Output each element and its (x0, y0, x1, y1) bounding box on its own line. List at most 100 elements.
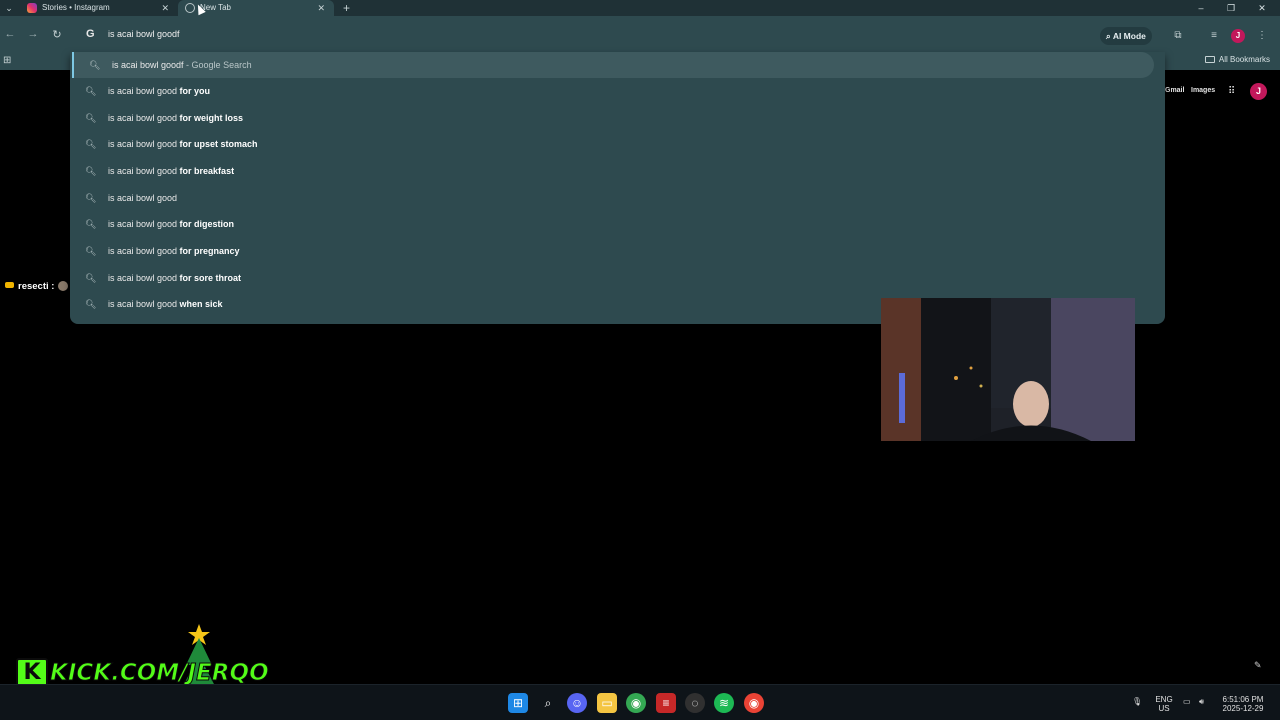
google-g-icon: G (86, 28, 95, 40)
search-icon: 🔍︎ (85, 113, 97, 123)
spotify-icon[interactable]: ≋ (714, 693, 734, 713)
suggestion-bold: for upset stomach (179, 139, 258, 149)
suggestion-item[interactable]: 🔍︎ is acai bowl good for sore throat (70, 265, 1165, 291)
apps-grid-icon[interactable]: ⊞ (3, 55, 14, 66)
chat-username: resecti : (18, 281, 55, 292)
suggestion-bold: for breakfast (179, 166, 235, 176)
close-window-button[interactable]: ✕ (1247, 0, 1277, 16)
windows-taskbar: ⊞ ⌕ ☺ ▭ ◉ ≡ ◌ ≋ ◉ 🎙︎ ENG US ▭ 🔊︎ 6:51:06… (0, 684, 1280, 720)
profile-avatar[interactable]: J (1231, 29, 1245, 43)
omnibox-input[interactable]: is acai bowl goodf (108, 29, 180, 39)
extensions-icon[interactable]: ⧉ (1171, 29, 1185, 43)
suggestion-prefix: is acai bowl good (108, 139, 180, 149)
tab-search-icon[interactable]: ⌄ (3, 2, 15, 14)
reload-icon[interactable]: ↻ (50, 28, 64, 41)
suggestion-item[interactable]: 🔍︎ is acai bowl good for digestion (70, 211, 1165, 237)
close-tab-icon[interactable]: ✕ (161, 0, 169, 16)
network-icon[interactable]: ▭ (1183, 697, 1191, 706)
language-indicator[interactable]: ENG US (1152, 695, 1176, 713)
folder-icon (1204, 56, 1215, 63)
chat-emote-icon (58, 281, 69, 291)
search-icon: 🔍︎ (85, 193, 97, 203)
all-bookmarks-button[interactable]: All Bookmarks (1204, 55, 1270, 64)
windows-start-icon[interactable]: ⊞ (508, 693, 528, 713)
close-tab-icon[interactable]: ✕ (317, 0, 325, 16)
suggestion-item[interactable]: 🔍︎ is acai bowl good for upset stomach (70, 131, 1165, 157)
ai-mode-label: AI Mode (1112, 31, 1146, 41)
images-link[interactable]: Images (1191, 87, 1215, 94)
volume-icon[interactable]: 🔊︎ (1199, 697, 1204, 706)
restore-button[interactable]: ❐ (1216, 0, 1246, 16)
new-tab-button[interactable]: + (343, 0, 350, 16)
suggestion-bold: for you (179, 86, 211, 96)
chat-badge-icon (5, 282, 14, 288)
instagram-icon (27, 3, 37, 13)
search-icon: 🔍︎ (85, 139, 97, 149)
suggestion-prefix: is acai bowl goodf (112, 60, 184, 70)
search-icon: 🔍︎ (85, 299, 97, 309)
chrome-profile-icon[interactable]: ◉ (744, 693, 764, 713)
media-controls-icon[interactable]: ≡ (1207, 29, 1221, 43)
suggestion-prefix: is acai bowl good (108, 193, 178, 203)
chrome-icon (185, 3, 195, 13)
search-icon: 🔍︎ (85, 273, 97, 283)
minimize-button[interactable]: – (1186, 0, 1216, 16)
obs-icon[interactable]: ◌ (685, 693, 705, 713)
clock[interactable]: 6:51:06 PM 2025-12-29 (1218, 695, 1268, 713)
microphone-icon[interactable]: 🎙︎ (1132, 697, 1142, 706)
chrome-icon[interactable]: ◉ (626, 693, 646, 713)
kick-url: KICK.COM/JERQO (50, 660, 270, 687)
tab-strip: ⌄ Stories • Instagram ✕ New Tab ✕ + – ❐ … (0, 0, 1280, 16)
suggestion-item[interactable]: 🔍︎ is acai bowl good (70, 185, 1165, 211)
suggestion-item[interactable]: 🔍︎ is acai bowl goodf - Google Search (72, 52, 1154, 78)
ai-mode-button[interactable]: ⌕ AI Mode (1100, 27, 1152, 45)
forward-icon[interactable]: → (26, 28, 40, 40)
search-icon: 🔍︎ (85, 86, 97, 96)
search-icon: 🔍︎ (89, 60, 101, 70)
gmail-link[interactable]: Gmail (1165, 87, 1184, 94)
browser-toolbar: ← → ↻ G is acai bowl goodf (0, 16, 1280, 52)
suggestion-item[interactable]: 🔍︎ is acai bowl good for you (70, 78, 1165, 104)
suggestion-item[interactable]: 🔍︎ is acai bowl good for breakfast (70, 158, 1165, 184)
voicemeeter-icon[interactable]: ≡ (656, 693, 676, 713)
suggestion-prefix: is acai bowl good (108, 219, 180, 229)
suggestion-bold: when sick (179, 299, 223, 309)
google-account-avatar[interactable]: J (1250, 83, 1267, 100)
search-icon: 🔍︎ (85, 166, 97, 176)
file-explorer-icon[interactable]: ▭ (597, 693, 617, 713)
google-apps-icon[interactable]: ⠿ (1228, 86, 1235, 97)
menu-kebab-icon[interactable]: ⋮ (1255, 29, 1269, 43)
tab-instagram[interactable]: Stories • Instagram ✕ (20, 0, 178, 16)
pen-icon[interactable]: ✎ (1254, 660, 1262, 671)
suggestion-prefix: is acai bowl good (108, 246, 180, 256)
tab-title: Stories • Instagram (42, 3, 110, 12)
region-code: US (1158, 704, 1170, 713)
suggestion-bold: for digestion (179, 219, 235, 229)
omnibox-suggestions: 🔍︎ is acai bowl goodf - Google Search 🔍︎… (70, 52, 1165, 324)
ai-mode-icon: ⌕ (1106, 31, 1113, 41)
suggestion-suffix: - Google Search (183, 60, 252, 70)
suggestion-item[interactable]: 🔍︎ is acai bowl good for weight loss (70, 105, 1165, 131)
suggestion-bold: for sore throat (179, 273, 242, 283)
suggestion-prefix: is acai bowl good (108, 299, 180, 309)
omnibox[interactable]: G is acai bowl goodf (72, 20, 1164, 52)
language-code: ENG (1155, 695, 1173, 704)
all-bookmarks-label: All Bookmarks (1218, 55, 1270, 64)
suggestion-prefix: is acai bowl good (108, 113, 180, 123)
clock-date: 2025-12-29 (1222, 704, 1264, 713)
search-icon: 🔍︎ (85, 219, 97, 229)
suggestion-bold: for weight loss (179, 113, 244, 123)
search-icon[interactable]: ⌕ (538, 693, 558, 713)
tab-title: New Tab (200, 3, 231, 12)
suggestion-bold: for pregnancy (179, 246, 240, 256)
search-icon: 🔍︎ (85, 246, 97, 256)
clock-time: 6:51:06 PM (1222, 695, 1264, 704)
suggestion-prefix: is acai bowl good (108, 273, 180, 283)
suggestion-item[interactable]: 🔍︎ is acai bowl good for pregnancy (70, 238, 1165, 264)
suggestion-prefix: is acai bowl good (108, 86, 180, 96)
back-icon[interactable]: ← (3, 28, 17, 40)
stream-chat-message: resecti : (5, 281, 69, 292)
suggestion-prefix: is acai bowl good (108, 166, 180, 176)
discord-icon[interactable]: ☺ (567, 693, 587, 713)
webcam-image (881, 298, 1135, 441)
